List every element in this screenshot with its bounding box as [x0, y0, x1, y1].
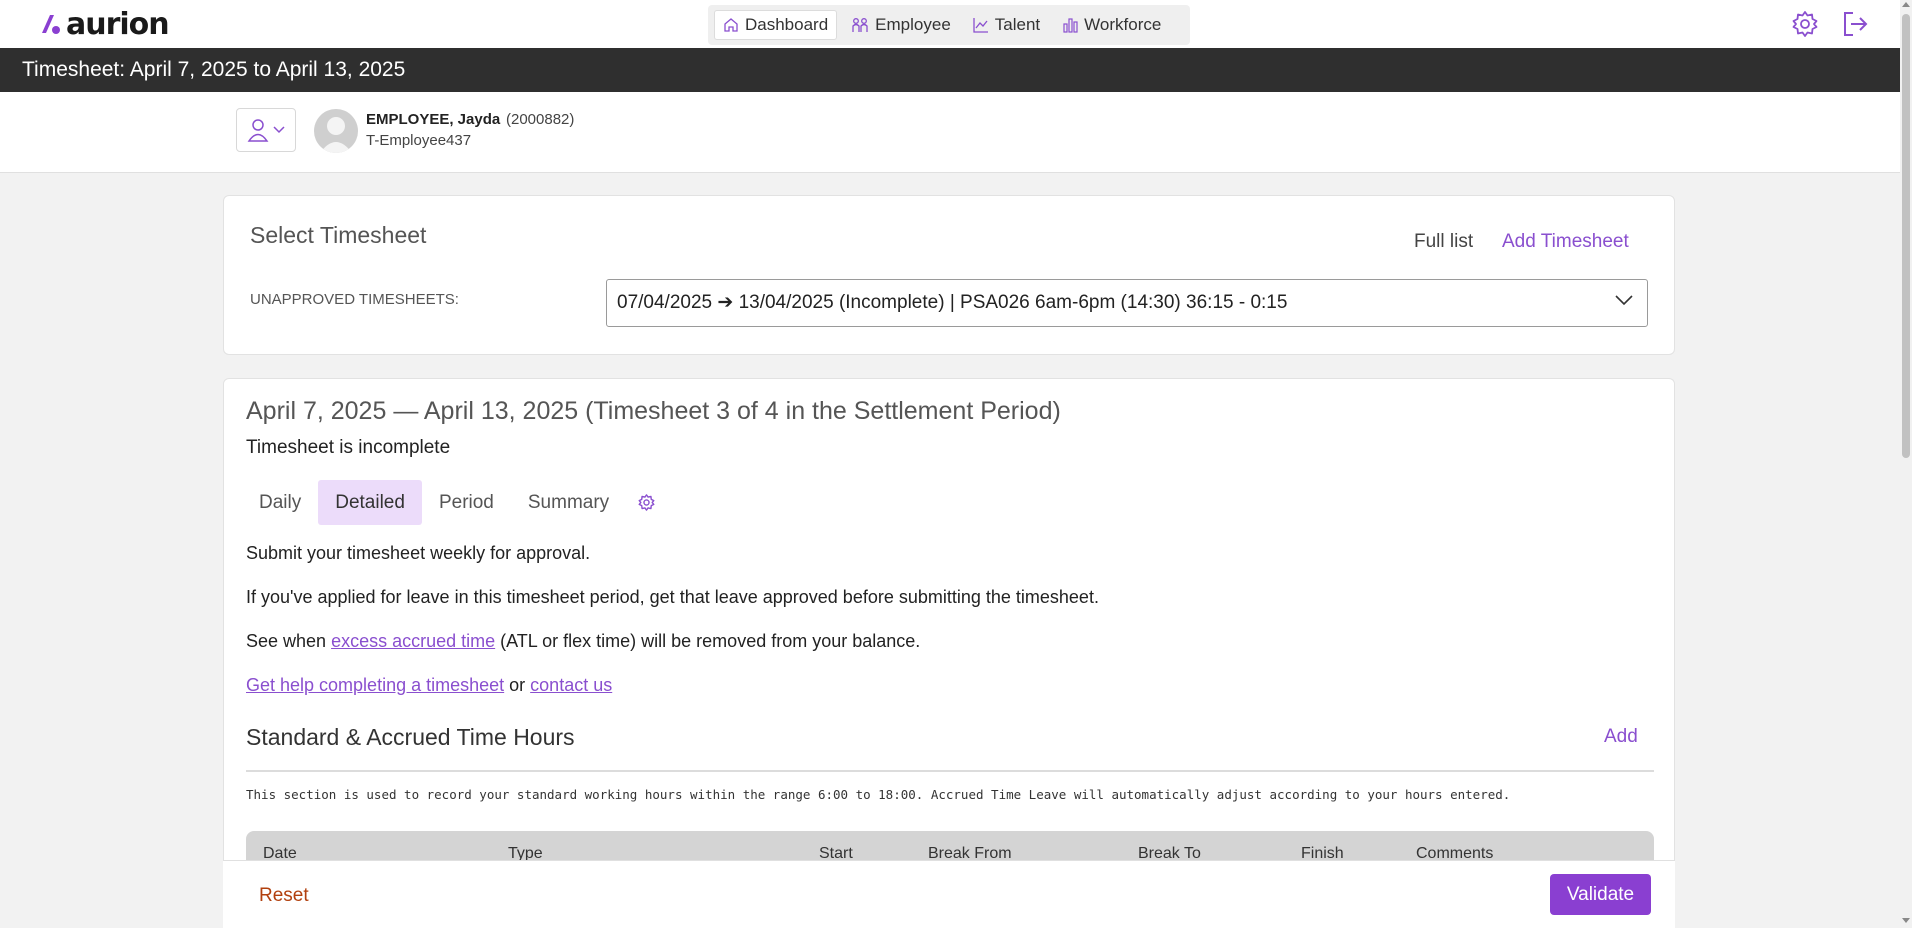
help-completing-timesheet-link[interactable]: Get help completing a timesheet — [246, 675, 504, 695]
page-scrollbar[interactable] — [1900, 0, 1912, 928]
tab-summary[interactable]: Summary — [511, 480, 626, 525]
add-hours-button[interactable]: Add — [1604, 726, 1638, 748]
tab-detailed[interactable]: Detailed — [318, 480, 422, 525]
tab-period[interactable]: Period — [422, 480, 511, 525]
section-note: This section is used to record your stan… — [246, 787, 1511, 802]
tab-daily[interactable]: Daily — [242, 480, 318, 525]
nav-talent-label: Talent — [994, 15, 1041, 34]
trend-chart-icon — [973, 18, 988, 33]
info-line-leave: If you've applied for leave in this time… — [246, 587, 1099, 607]
gear-icon[interactable] — [1790, 9, 1820, 39]
avatar — [314, 109, 358, 153]
timesheet-card: April 7, 2025 — April 13, 2025 (Timeshee… — [223, 378, 1675, 928]
home-icon — [724, 18, 738, 32]
scroll-up-arrow-icon[interactable] — [1902, 2, 1910, 7]
top-navigation-bar: aurion Dashboard Employee Talent Workfor… — [0, 0, 1912, 48]
tab-settings-button[interactable] — [626, 480, 666, 525]
add-timesheet-link[interactable]: Add Timesheet — [1502, 231, 1629, 253]
chevron-down-icon — [273, 126, 285, 134]
timesheet-title: April 7, 2025 — April 13, 2025 (Timeshee… — [246, 397, 1061, 425]
action-bar: Reset Validate — [223, 860, 1675, 928]
employee-switcher-button[interactable] — [236, 108, 296, 152]
employee-code: T-Employee437 — [366, 132, 472, 149]
employee-name: EMPLOYEE, Jayda — [366, 111, 501, 128]
gear-icon — [638, 494, 655, 511]
user-icon — [247, 119, 269, 142]
page-title: Timesheet: April 7, 2025 to April 13, 20… — [0, 48, 1900, 92]
bar-chart-icon — [1063, 18, 1078, 33]
nav-workforce[interactable]: Workforce — [1054, 10, 1169, 40]
full-list-link[interactable]: Full list — [1414, 231, 1473, 253]
select-timesheet-title: Select Timesheet — [250, 222, 427, 248]
nav-employee-label: Employee — [875, 15, 951, 34]
people-icon — [852, 18, 868, 32]
logout-icon[interactable] — [1840, 9, 1870, 39]
employee-id: (2000882) — [506, 111, 575, 128]
contact-us-link[interactable]: contact us — [530, 675, 612, 695]
nav-workforce-label: Workforce — [1084, 15, 1162, 34]
timesheet-select[interactable]: 07/04/2025 ➔ 13/04/2025 (Incomplete) | P… — [606, 279, 1648, 327]
logo-mark-icon — [42, 15, 60, 34]
info-line-accrued-suffix: (ATL or flex time) will be removed from … — [495, 631, 921, 651]
scroll-down-arrow-icon[interactable] — [1902, 918, 1910, 923]
timesheet-select-value: 07/04/2025 ➔ 13/04/2025 (Incomplete) | P… — [617, 292, 1288, 313]
help-or-text: or — [504, 675, 531, 695]
employee-bar: EMPLOYEE, Jayda (2000882) T-Employee437 — [0, 92, 1900, 173]
aurion-logo[interactable]: aurion — [38, 6, 170, 42]
nav-talent[interactable]: Talent — [965, 10, 1048, 40]
info-line-accrued: See when excess accrued time (ATL or fle… — [246, 631, 920, 652]
chevron-down-icon — [1615, 295, 1633, 306]
timesheet-tabs: Daily Detailed Period Summary — [242, 480, 666, 525]
nav-employee[interactable]: Employee — [843, 10, 959, 40]
info-line-submit: Submit your timesheet weekly for approva… — [246, 543, 591, 563]
main-nav: Dashboard Employee Talent Workforce — [708, 5, 1190, 45]
section-title: Standard & Accrued Time Hours — [246, 724, 575, 750]
validate-button[interactable]: Validate — [1550, 874, 1651, 915]
excess-accrued-time-link[interactable]: excess accrued time — [331, 631, 495, 651]
help-line: Get help completing a timesheet or conta… — [246, 675, 612, 696]
nav-dashboard[interactable]: Dashboard — [714, 10, 838, 40]
unapproved-timesheets-label: UNAPPROVED TIMESHEETS: — [250, 291, 459, 308]
timesheet-status: Timesheet is incomplete — [246, 437, 451, 458]
section-divider — [246, 770, 1654, 772]
nav-dashboard-label: Dashboard — [745, 15, 829, 34]
logo-text: aurion — [66, 6, 170, 42]
scroll-thumb[interactable] — [1902, 14, 1910, 458]
info-line-accrued-prefix: See when — [246, 631, 332, 651]
select-timesheet-card: Select Timesheet Full list Add Timesheet… — [223, 195, 1675, 355]
reset-button[interactable]: Reset — [259, 885, 309, 907]
